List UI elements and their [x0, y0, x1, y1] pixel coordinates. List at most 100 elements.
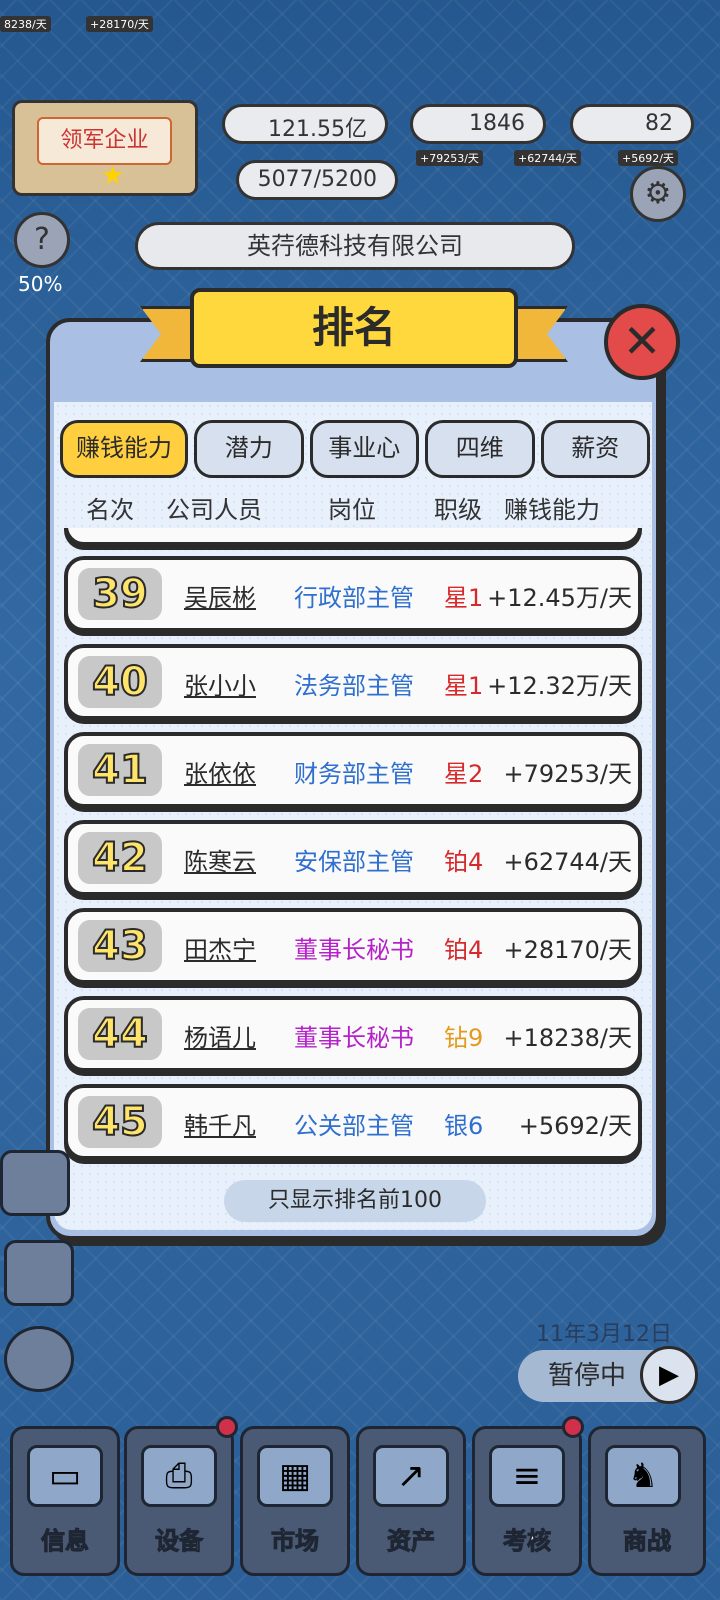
tab-earning-ability[interactable]: 赚钱能力 — [60, 420, 189, 478]
employee-position: 财务部主管 — [294, 760, 414, 788]
employee-name[interactable]: 陈寒云 — [184, 842, 256, 877]
tab-potential[interactable]: 潜力 — [194, 420, 304, 478]
gold-value: 82 — [645, 111, 673, 136]
leader-enterprise-badge[interactable]: 领军企业 ★ — [12, 100, 198, 196]
nav-assets[interactable]: ↗ 资产 — [356, 1426, 466, 1576]
employee-level: 钻9 — [444, 1024, 484, 1052]
gem-display: 1846 — [410, 104, 546, 144]
play-icon[interactable]: ▶ — [640, 1346, 698, 1404]
growth-chart-icon: ↗ — [373, 1445, 449, 1507]
table-row[interactable]: 43 田杰宁 董事长秘书 铂4 +28170/天 — [64, 908, 642, 984]
notification-dot — [562, 1416, 584, 1438]
nav-market[interactable]: ▦ 市场 — [240, 1426, 350, 1576]
employee-level: 银6 — [444, 1112, 484, 1140]
tab-salary[interactable]: 薪资 — [540, 420, 650, 478]
map-pin-icon[interactable] — [4, 1326, 74, 1392]
nav-review[interactable]: ≡ 考核 — [472, 1426, 582, 1576]
ranking-tabs: 赚钱能力 潜力 事业心 四维 薪资 — [60, 420, 650, 478]
employee-name[interactable]: 韩千凡 — [184, 1106, 256, 1141]
employee-position: 董事长秘书 — [294, 936, 414, 964]
document-icon: ≡ — [489, 1445, 565, 1507]
company-name: 英荇德科技有限公司 — [247, 232, 463, 260]
nav-equipment[interactable]: ⎙ 设备 — [124, 1426, 234, 1576]
close-button[interactable]: ✕ — [604, 304, 680, 380]
nav-info-label: 信息 — [41, 1527, 90, 1556]
employee-position: 公关部主管 — [294, 1112, 414, 1140]
income-1: +79253/天 — [416, 150, 483, 166]
ranking-title: 排名 — [190, 288, 518, 368]
header-position: 岗位 — [328, 496, 376, 524]
rank-number: 40 — [78, 656, 162, 708]
table-row[interactable]: 40 张小小 法务部主管 星1 +12.32万/天 — [64, 644, 642, 720]
table-row[interactable] — [64, 528, 642, 546]
nav-business-war[interactable]: ♞ 商战 — [588, 1426, 706, 1576]
rank-number: 39 — [78, 568, 162, 620]
employee-position: 安保部主管 — [294, 848, 414, 876]
rank-number: 44 — [78, 1008, 162, 1060]
company-name-bar[interactable]: 英荇德科技有限公司 — [135, 222, 575, 270]
income-3: +5692/天 — [618, 150, 678, 166]
pause-label: 暂停中 — [548, 1361, 627, 1391]
nav-market-label: 市场 — [271, 1527, 320, 1556]
top-left-income: 8238/天 — [0, 16, 51, 32]
nav-assets-label: 资产 — [387, 1527, 436, 1556]
employee-level: 星1 — [444, 672, 484, 700]
table-row[interactable]: 42 陈寒云 安保部主管 铂4 +62744/天 — [64, 820, 642, 896]
column-headers: 名次 公司人员 岗位 职级 赚钱能力 — [60, 484, 650, 526]
employee-earning: +12.32万/天 — [487, 672, 632, 700]
ranking-title-ribbon: 排名 — [140, 288, 568, 372]
table-row[interactable]: 45 韩千凡 公关部主管 银6 +5692/天 — [64, 1084, 642, 1160]
employee-level: 铂4 — [444, 936, 484, 964]
employee-earning: +28170/天 — [503, 936, 632, 964]
help-percent: 50% — [18, 272, 63, 296]
ranking-list[interactable]: 39 吴辰彬 行政部主管 星1 +12.45万/天 40 张小小 法务部主管 星… — [58, 528, 654, 1168]
employee-name[interactable]: 吴辰彬 — [184, 578, 256, 613]
bottom-navigation: ▭ 信息 ⎙ 设备 ▦ 市场 ↗ 资产 ≡ 考核 ♞ 商战 — [0, 1416, 720, 1600]
lightning-icon[interactable] — [4, 1240, 74, 1306]
employee-name[interactable]: 杨语儿 — [184, 1018, 256, 1053]
top-100-note: 只显示排名前100 — [224, 1180, 486, 1222]
game-date: 11年3月12日 — [536, 1322, 672, 1347]
employee-position: 董事长秘书 — [294, 1024, 414, 1052]
employee-earning: +18238/天 — [503, 1024, 632, 1052]
rank-number: 41 — [78, 744, 162, 796]
money-display: 121.55亿 — [222, 104, 388, 144]
table-row[interactable]: 39 吴辰彬 行政部主管 星1 +12.45万/天 — [64, 556, 642, 632]
tab-four-dimensions[interactable]: 四维 — [425, 420, 535, 478]
rank-number: 43 — [78, 920, 162, 972]
tab-ambition[interactable]: 事业心 — [309, 420, 420, 478]
nav-review-label: 考核 — [503, 1527, 552, 1556]
gear-icon[interactable]: ⚙ — [630, 166, 686, 222]
employee-earning: +5692/天 — [518, 1112, 632, 1140]
income-2: +62744/天 — [514, 150, 581, 166]
employee-level: 星2 — [444, 760, 484, 788]
header-person: 公司人员 — [166, 496, 262, 524]
nav-equipment-label: 设备 — [155, 1527, 204, 1556]
header-level: 职级 — [434, 496, 482, 524]
stamina-value: 5077/5200 — [257, 167, 377, 192]
employee-name[interactable]: 张依依 — [184, 754, 256, 789]
stamina-display: 5077/5200 — [236, 160, 398, 200]
chess-icon: ♞ — [605, 1445, 681, 1507]
table-row[interactable]: 41 张依依 财务部主管 星2 +79253/天 — [64, 732, 642, 808]
notification-dot — [216, 1416, 238, 1438]
top-mid-income: +28170/天 — [86, 16, 153, 32]
help-icon[interactable]: ? — [14, 212, 70, 268]
employee-earning: +62744/天 — [503, 848, 632, 876]
employee-earning: +79253/天 — [503, 760, 632, 788]
gem-value: 1846 — [469, 111, 525, 136]
employee-position: 行政部主管 — [294, 584, 414, 612]
employee-name[interactable]: 张小小 — [184, 666, 256, 701]
gold-display: 82 — [570, 104, 694, 144]
table-row[interactable]: 44 杨语儿 董事长秘书 钻9 +18238/天 — [64, 996, 642, 1072]
money-value: 121.55亿 — [268, 117, 367, 142]
header-rank: 名次 — [86, 496, 134, 524]
nav-business-war-label: 商战 — [623, 1527, 672, 1556]
header-earning: 赚钱能力 — [504, 496, 600, 524]
nav-info[interactable]: ▭ 信息 — [10, 1426, 120, 1576]
employee-position: 法务部主管 — [294, 672, 414, 700]
rank-number: 42 — [78, 832, 162, 884]
book-icon[interactable] — [0, 1150, 70, 1216]
monitor-icon: ▭ — [27, 1445, 103, 1507]
employee-name[interactable]: 田杰宁 — [184, 930, 256, 965]
